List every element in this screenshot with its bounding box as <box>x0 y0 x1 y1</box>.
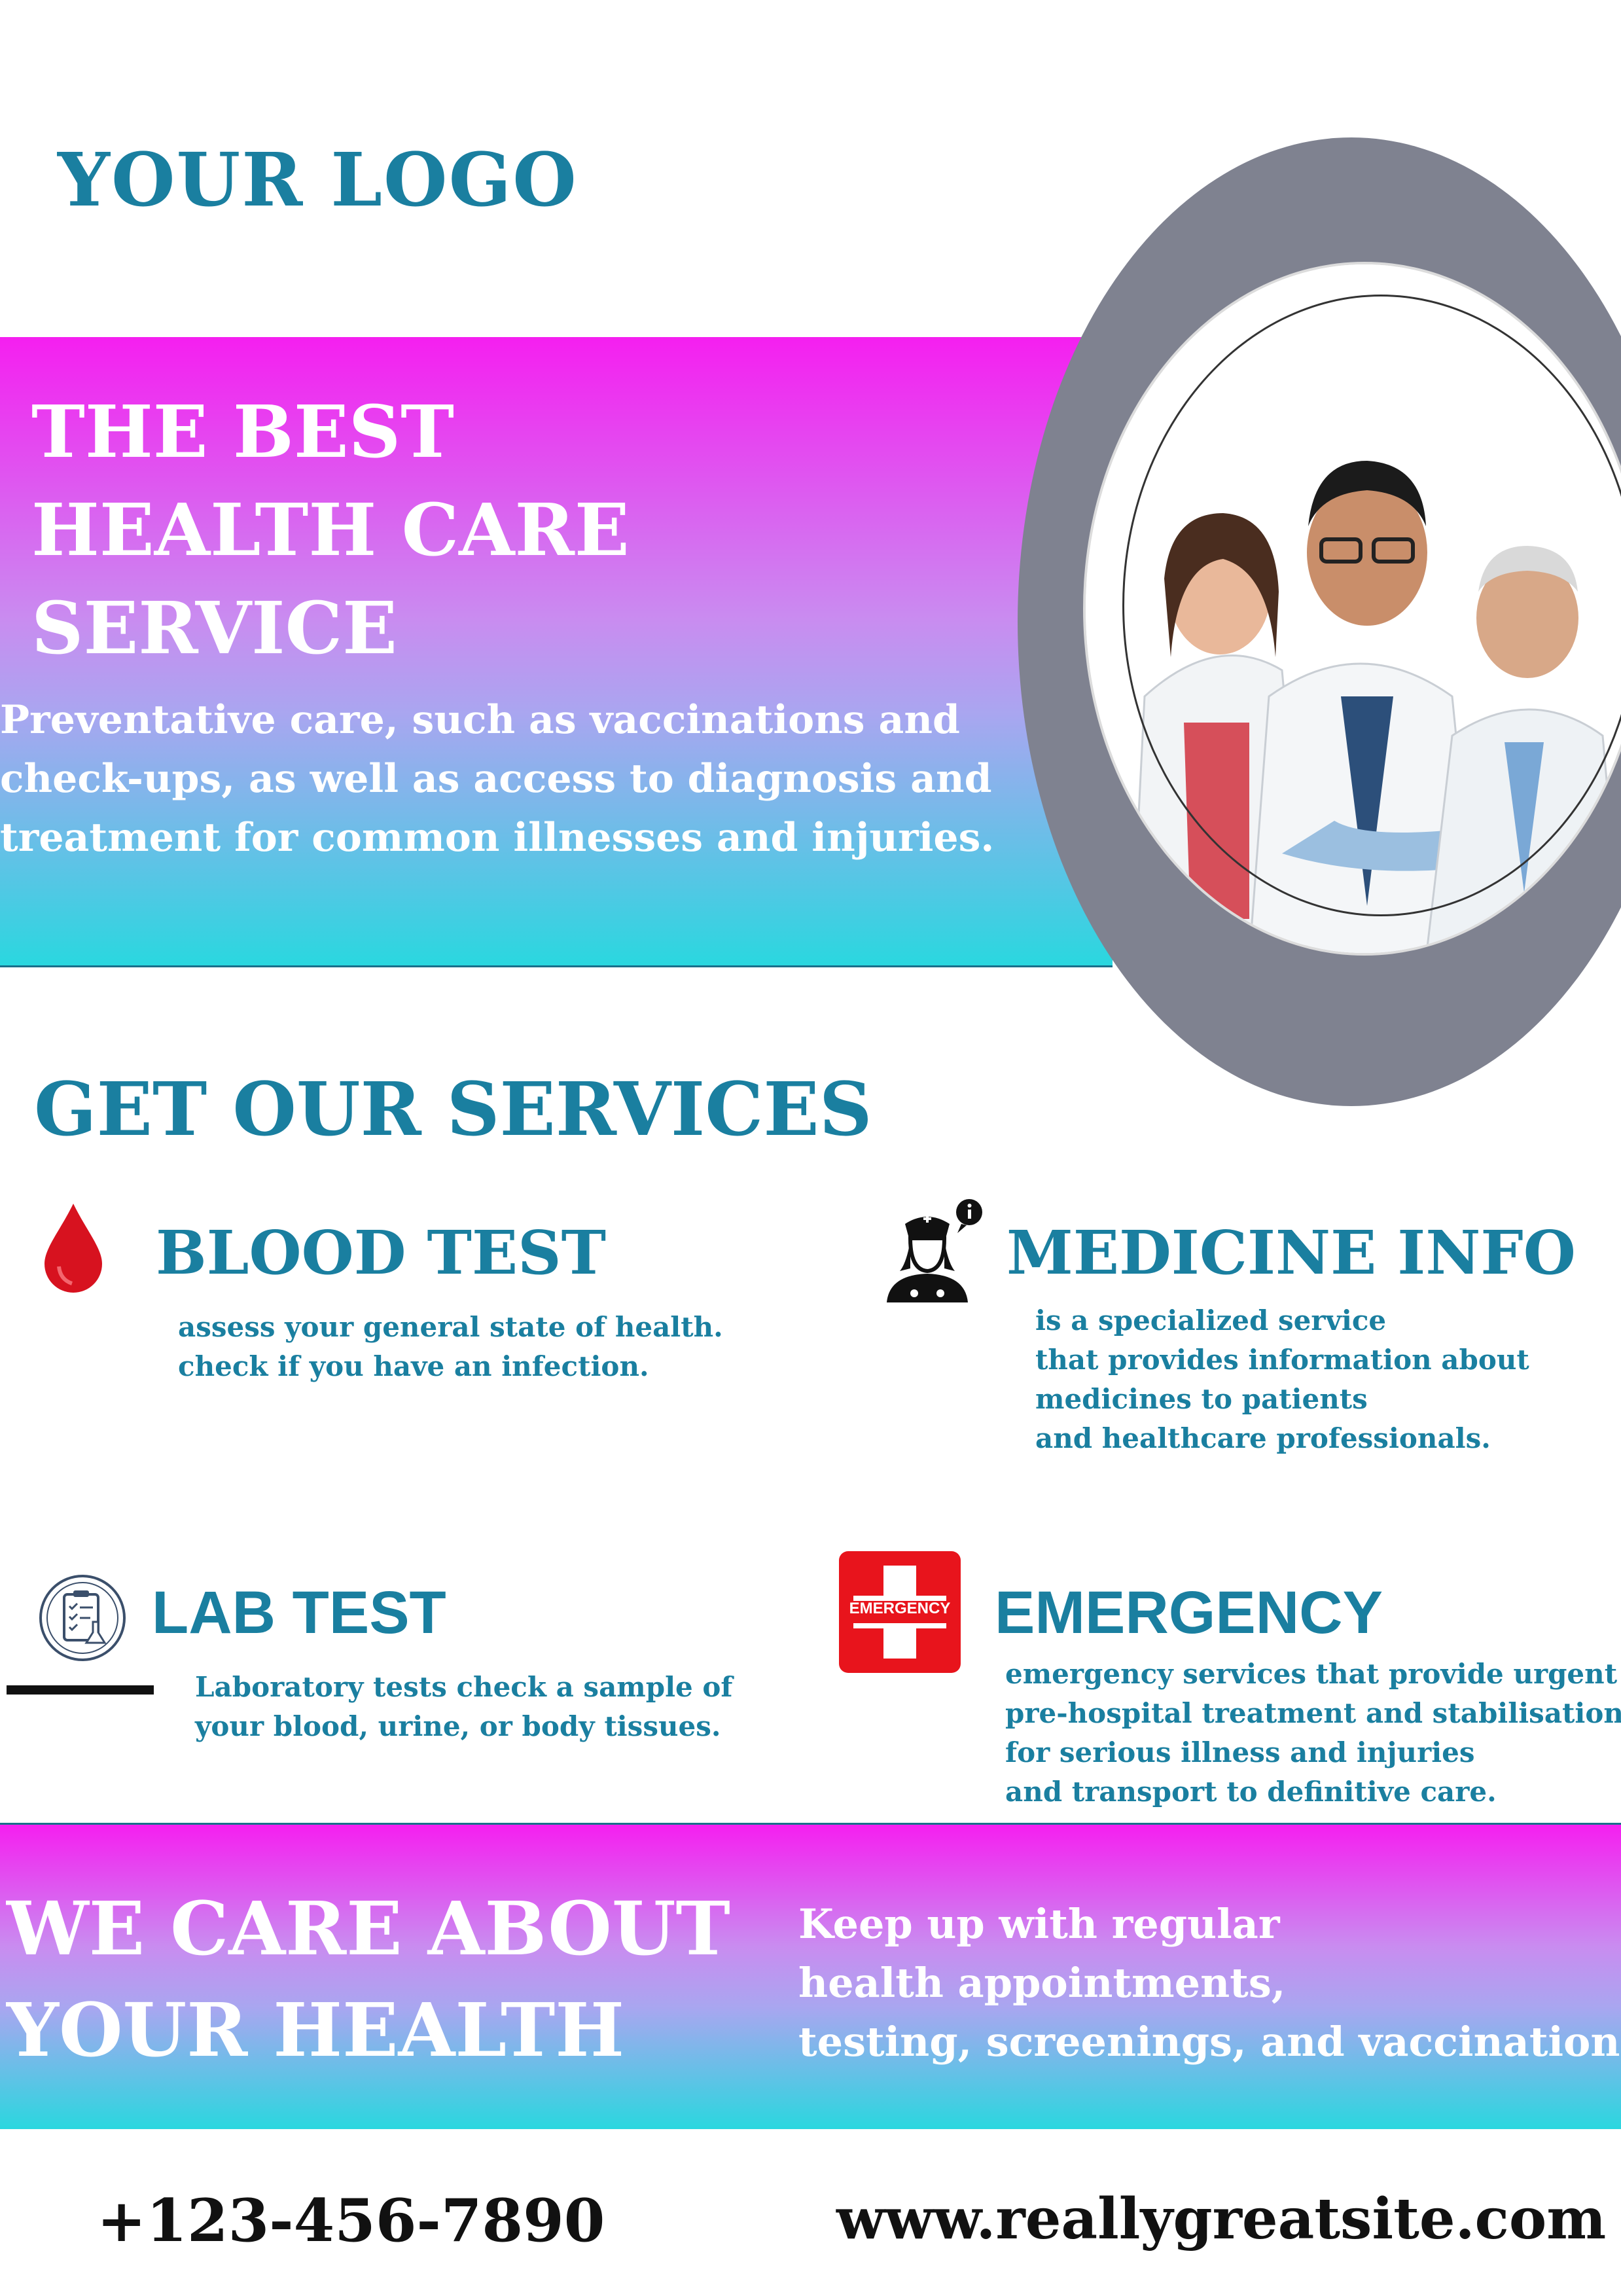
care-title: WE CARE ABOUT YOUR HEALTH <box>7 1878 730 2081</box>
hero-description-line-1: Preventative care, such as vaccinations … <box>0 697 960 743</box>
medicine-info-line-1: is a specialized service <box>1035 1304 1387 1336</box>
hero-title-line-1: THE BEST <box>31 389 455 474</box>
care-text-line-3: testing, screenings, and vaccinations. <box>798 2018 1621 2066</box>
medicine-info-line-3: medicines to patients <box>1035 1383 1368 1415</box>
lab-test-description: Laboratory tests check a sample of your … <box>195 1668 732 1746</box>
services-title: GET OUR SERVICES <box>34 1067 872 1153</box>
nurse-info-icon <box>880 1198 985 1305</box>
emergency-line-3: for serious illness and injuries <box>1005 1736 1475 1768</box>
lab-test-line-1: Laboratory tests check a sample of <box>195 1671 733 1703</box>
photo-frame-inner-line <box>1122 295 1621 916</box>
logo-text: YOUR LOGO <box>58 137 578 223</box>
phone-number[interactable]: +123-456-7890 <box>97 2186 605 2255</box>
emergency-line-1: emergency services that provide urgent <box>1005 1658 1618 1690</box>
care-text: Keep up with regular health appointments… <box>798 1895 1621 2072</box>
emergency-line-2: pre-hospital treatment and stabilisation <box>1005 1697 1621 1729</box>
lab-test-title: LAB TEST <box>152 1579 446 1646</box>
care-title-line-2: YOUR HEALTH <box>7 1988 625 2073</box>
emergency-title: EMERGENCY <box>995 1579 1383 1646</box>
hero-description-line-2: check-ups, as well as access to diagnosi… <box>0 756 992 802</box>
care-title-line-1: WE CARE ABOUT <box>7 1886 730 1972</box>
hero-description: Preventative care, such as vaccinations … <box>0 691 1008 867</box>
website-link[interactable]: www.reallygreatsite.com <box>836 2186 1606 2252</box>
hero-description-line-3: treatment for common illnesses and injur… <box>0 815 995 861</box>
emergency-badge-label: EMERGENCY <box>849 1600 951 1617</box>
hero-title: THE BEST HEALTH CARE SERVICE <box>31 383 630 677</box>
care-text-line-1: Keep up with regular <box>798 1900 1280 1948</box>
blood-test-title: BLOOD TEST <box>156 1217 607 1288</box>
hero-title-line-2: HEALTH CARE <box>31 488 630 572</box>
medicine-info-description: is a specialized service that provides i… <box>1035 1301 1529 1458</box>
emergency-description: emergency services that provide urgent p… <box>1005 1655 1621 1812</box>
hero-title-line-3: SERVICE <box>31 586 397 670</box>
emergency-cross-icon: EMERGENCY <box>839 1551 961 1673</box>
blood-test-line-2: check if you have an infection. <box>178 1350 649 1382</box>
lab-test-line-2: your blood, urine, or body tissues. <box>195 1710 721 1742</box>
blood-test-description: assess your general state of health. che… <box>178 1308 723 1386</box>
medicine-info-title: MEDICINE INFO <box>1006 1217 1576 1288</box>
lab-test-divider-bar <box>7 1685 154 1695</box>
medicine-info-line-4: and healthcare professionals. <box>1035 1422 1491 1454</box>
care-text-line-2: health appointments, <box>798 1959 1286 2007</box>
blood-drop-icon <box>41 1201 106 1295</box>
lab-report-icon <box>37 1572 128 1666</box>
emergency-line-4: and transport to definitive care. <box>1005 1776 1497 1808</box>
blood-test-line-1: assess your general state of health. <box>178 1311 723 1343</box>
medicine-info-line-2: that provides information about <box>1035 1344 1529 1376</box>
